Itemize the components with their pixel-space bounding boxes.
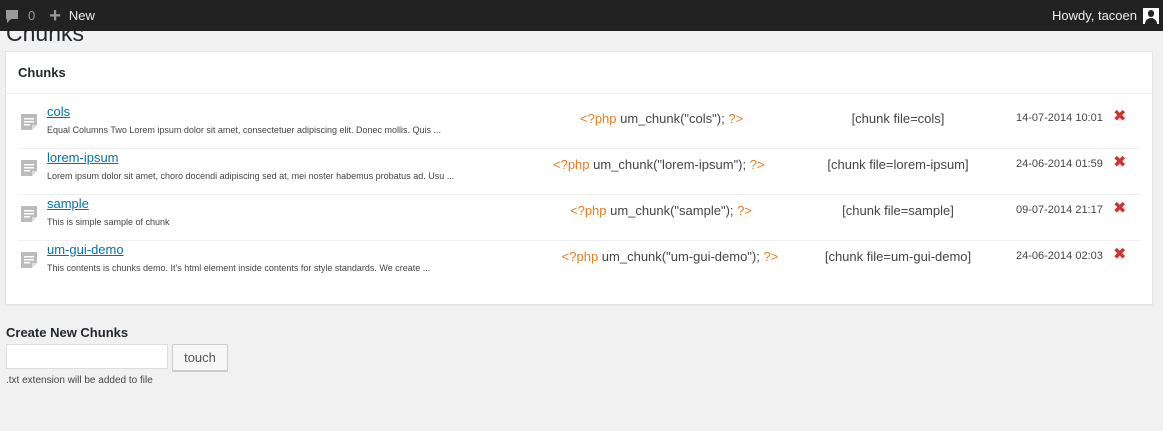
avatar <box>1143 7 1159 24</box>
delete-icon[interactable]: ✖ <box>1113 198 1126 218</box>
php-close-tag: ?> <box>763 249 779 264</box>
chunk-list: cols Equal Columns Two Lorem ipsum dolor… <box>18 103 1140 286</box>
chunk-date: 24-06-2014 02:03 <box>1016 250 1103 262</box>
chunk-row: lorem-ipsum Lorem ipsum dolor sit amet, … <box>18 149 1140 195</box>
document-icon <box>21 114 37 130</box>
chunk-date: 24-06-2014 01:59 <box>1016 158 1103 170</box>
chunk-title-link[interactable]: cols <box>47 104 70 119</box>
chunk-title-link[interactable]: um-gui-demo <box>47 242 124 257</box>
create-chunk-heading: Create New Chunks <box>6 325 129 340</box>
comments-menu[interactable]: 0 <box>0 0 49 31</box>
chunk-row: um-gui-demo This contents is chunks demo… <box>18 241 1140 286</box>
delete-icon[interactable]: ✖ <box>1113 152 1126 172</box>
chunk-excerpt: This is simple sample of chunk <box>47 217 170 227</box>
php-close-tag: ?> <box>728 111 744 126</box>
php-call: um_chunk("lorem-ipsum"); <box>589 157 750 172</box>
php-call: um_chunk("sample"); <box>606 203 738 218</box>
document-icon <box>21 252 37 268</box>
admin-bar: 0 + New Howdy, tacoen <box>0 0 1163 31</box>
shortcode: [chunk file=sample] <box>842 203 954 218</box>
php-open-tag: <?php <box>561 249 599 264</box>
php-open-tag: <?php <box>580 111 617 126</box>
chunk-title-link[interactable]: lorem-ipsum <box>47 150 119 165</box>
touch-button[interactable]: touch <box>172 344 228 371</box>
chunk-title-link[interactable]: sample <box>47 196 89 211</box>
new-content-menu[interactable]: + New <box>49 0 95 31</box>
shortcode: [chunk file=lorem-ipsum] <box>827 157 969 172</box>
chunk-row: cols Equal Columns Two Lorem ipsum dolor… <box>18 103 1140 149</box>
extension-hint: .txt extension will be added to file <box>6 375 153 386</box>
plus-icon: + <box>49 4 61 27</box>
chunk-excerpt: Lorem ipsum dolor sit amet, choro docend… <box>47 171 455 181</box>
chunk-date: 09-07-2014 21:17 <box>1016 204 1103 216</box>
shortcode: [chunk file=um-gui-demo] <box>824 249 972 264</box>
chunks-postbox: Chunks cols Equal Columns Two Lorem ipsu… <box>5 51 1153 305</box>
chunk-excerpt: This contents is chunks demo. It's html … <box>47 263 431 273</box>
avatar-head <box>1148 9 1154 17</box>
php-close-tag: ?> <box>749 157 765 172</box>
new-label: New <box>68 8 95 23</box>
howdy-text: Howdy, tacoen <box>1051 8 1137 23</box>
php-open-tag: <?php <box>553 157 590 172</box>
comment-count: 0 <box>28 8 36 23</box>
php-open-tag: <?php <box>570 203 607 218</box>
postbox-heading: Chunks <box>6 52 1152 94</box>
avatar-body <box>1145 17 1157 24</box>
chunk-excerpt: Equal Columns Two Lorem ipsum dolor sit … <box>47 125 442 135</box>
php-snippet: <?php um_chunk("um-gui-demo"); ?> <box>554 241 786 272</box>
php-call: um_chunk("um-gui-demo"); <box>598 249 764 264</box>
account-menu[interactable]: Howdy, tacoen <box>1052 0 1159 31</box>
php-call: um_chunk("cols"); <box>616 111 729 126</box>
delete-icon[interactable]: ✖ <box>1113 106 1126 126</box>
chunk-row: sample This is simple sample of chunk <?… <box>18 195 1140 241</box>
php-close-tag: ?> <box>737 203 752 218</box>
chunk-date: 14-07-2014 10:01 <box>1016 112 1103 124</box>
admin-bar-left: 0 + New <box>0 0 95 31</box>
shortcode: [chunk file=cols] <box>851 111 945 126</box>
document-icon <box>21 160 37 176</box>
document-icon <box>21 206 37 222</box>
delete-icon[interactable]: ✖ <box>1113 244 1126 264</box>
comment-bubble-icon <box>6 9 18 23</box>
chunk-filename-input[interactable] <box>6 344 168 369</box>
